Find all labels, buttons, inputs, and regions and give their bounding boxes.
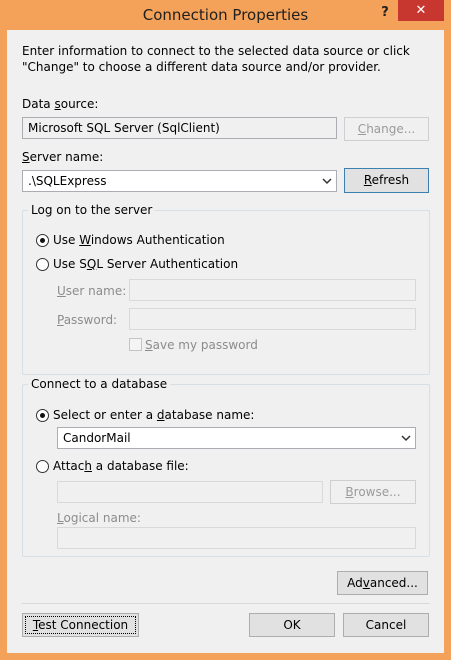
attach-file-label[interactable]: Attach a database file: bbox=[53, 459, 189, 473]
focus-rect bbox=[25, 616, 136, 634]
server-name-label: Server name: bbox=[22, 150, 104, 164]
save-password-label[interactable]: Save my password bbox=[145, 338, 258, 352]
cancel-button[interactable]: Cancel bbox=[343, 613, 429, 637]
server-name-combobox[interactable]: .\SQLExpress bbox=[22, 170, 337, 192]
windows-auth-radio[interactable] bbox=[36, 234, 49, 247]
test-connection-button[interactable]: Test Connection bbox=[22, 613, 139, 637]
select-database-label[interactable]: Select or enter a database name: bbox=[53, 408, 254, 422]
database-group-title: Connect to a database bbox=[28, 377, 171, 391]
advanced-button[interactable]: Advanced... bbox=[337, 571, 428, 595]
save-password-checkbox[interactable] bbox=[129, 338, 142, 351]
dialog-body: Enter information to connect to the sele… bbox=[7, 30, 444, 653]
connection-properties-dialog: Connection Properties ? ✕ Enter informat… bbox=[0, 0, 451, 660]
attach-file-radio[interactable] bbox=[36, 460, 49, 473]
logical-name-label: Logical name: bbox=[57, 511, 141, 525]
sql-auth-label[interactable]: Use SQL Server Authentication bbox=[53, 257, 238, 271]
server-name-value: .\SQLExpress bbox=[28, 174, 107, 188]
refresh-button[interactable]: Refresh bbox=[344, 168, 429, 193]
data-source-label: Data source: bbox=[22, 97, 99, 111]
help-button[interactable]: ? bbox=[372, 2, 398, 24]
close-button[interactable]: ✕ bbox=[398, 0, 444, 21]
password-label: Password: bbox=[57, 313, 118, 327]
database-name-combobox[interactable]: CandorMail bbox=[57, 427, 416, 449]
windows-auth-label[interactable]: Use Windows Authentication bbox=[53, 233, 225, 247]
sql-auth-radio[interactable] bbox=[36, 258, 49, 271]
chevron-down-icon[interactable] bbox=[321, 175, 333, 187]
intro-text: Enter information to connect to the sele… bbox=[22, 44, 410, 74]
chevron-down-icon[interactable] bbox=[400, 432, 412, 444]
ok-button[interactable]: OK bbox=[249, 613, 335, 637]
select-database-radio[interactable] bbox=[36, 409, 49, 422]
browse-button[interactable]: Browse... bbox=[330, 480, 416, 504]
separator bbox=[22, 603, 430, 604]
change-button[interactable]: Change... bbox=[344, 117, 429, 141]
logical-name-input[interactable] bbox=[57, 527, 416, 549]
data-source-field: Microsoft SQL Server (SqlClient) bbox=[22, 117, 337, 139]
database-name-value: CandorMail bbox=[63, 431, 131, 445]
attach-file-input[interactable] bbox=[57, 481, 323, 503]
close-icon: ✕ bbox=[415, 3, 427, 18]
password-input[interactable] bbox=[129, 308, 416, 330]
title-bar[interactable]: Connection Properties ? ✕ bbox=[0, 0, 451, 30]
username-label: User name: bbox=[57, 284, 127, 298]
logon-group-title: Log on to the server bbox=[28, 203, 156, 217]
username-input[interactable] bbox=[129, 279, 416, 301]
